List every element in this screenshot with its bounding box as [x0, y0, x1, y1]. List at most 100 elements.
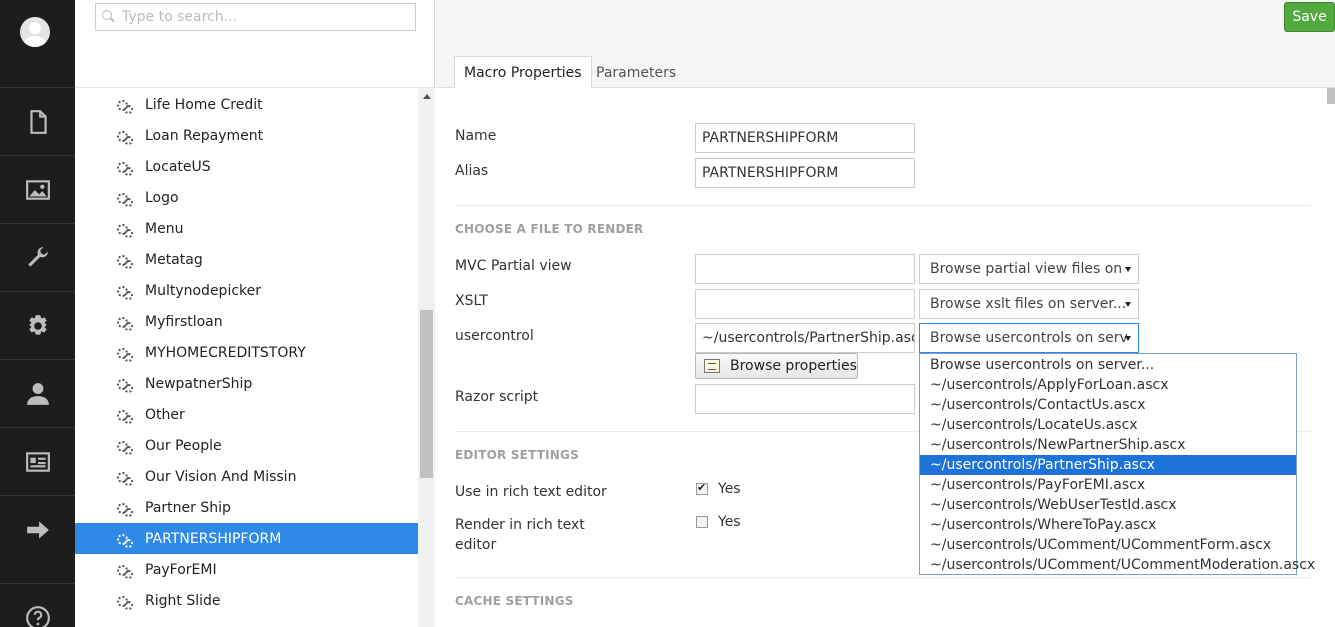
usercontrol-input[interactable]: ~/usercontrols/PartnerShip.ascx: [695, 323, 915, 353]
alias-input[interactable]: PARTNERSHIPFORM: [695, 158, 915, 188]
tree-item[interactable]: PARTNERSHIPFORM: [75, 523, 418, 554]
macro-gears-icon: [117, 160, 133, 176]
tree-item-label: LocateUS: [145, 158, 211, 175]
tree-item[interactable]: Myfirstloan: [75, 306, 418, 337]
macro-gears-icon: [117, 315, 133, 331]
content-section-button[interactable]: [0, 87, 75, 155]
tree-item[interactable]: Multynodepicker: [75, 275, 418, 306]
use-rte-label: Use in rich text editor: [455, 484, 607, 500]
media-section-button[interactable]: [0, 155, 75, 223]
settings-section-button[interactable]: [0, 223, 75, 291]
render-rte-checkbox[interactable]: [696, 516, 708, 528]
mvc-select-value: Browse partial view files on: [930, 261, 1123, 277]
razor-label: Razor script: [455, 389, 539, 405]
usercontrol-select[interactable]: Browse usercontrols on serv: [919, 323, 1139, 353]
developer-section-button[interactable]: [0, 291, 75, 359]
users-section-button[interactable]: [0, 359, 75, 427]
macro-gears-icon: [117, 594, 133, 610]
tree-item-label: Multynodepicker: [145, 282, 262, 299]
tree-item-label: Our People: [145, 437, 222, 454]
tree-item[interactable]: MYHOMECREDITSTORY: [75, 337, 418, 368]
mvc-select[interactable]: Browse partial view files on: [919, 254, 1139, 284]
razor-input[interactable]: [695, 384, 915, 414]
tree-item-label: PARTNERSHIPFORM: [145, 530, 282, 547]
search-box[interactable]: [95, 3, 416, 31]
tree-item-label: Right Slide: [145, 592, 221, 609]
render-rte-label: Render in rich text: [455, 517, 585, 533]
dropdown-option[interactable]: Browse usercontrols on server...: [920, 355, 1296, 375]
tree-item-label: Partner Ship: [145, 499, 231, 516]
name-label: Name: [455, 128, 497, 144]
tree-item[interactable]: Our Vision And Missin: [75, 461, 418, 492]
xslt-input[interactable]: [695, 289, 915, 319]
search-input[interactable]: [122, 9, 412, 25]
dropdown-option[interactable]: ~/usercontrols/WebUserTestId.ascx: [920, 495, 1296, 515]
dropdown-option[interactable]: ~/usercontrols/PayForEMI.ascx: [920, 475, 1296, 495]
macro-gears-icon: [117, 439, 133, 455]
macro-gears-icon: [117, 222, 133, 238]
tab-parameters[interactable]: Parameters: [587, 56, 685, 89]
tree-item[interactable]: NewpatnerShip: [75, 368, 418, 399]
tree-item[interactable]: Logo: [75, 182, 418, 213]
chevron-down-icon: [1125, 302, 1131, 307]
tree-panel: Life Home Credit Loan Repayment LocateUS Lo…: [75, 0, 435, 627]
alias-label: Alias: [455, 163, 489, 179]
macro-gears-icon: [117, 532, 133, 548]
xslt-select-value: Browse xslt files on server...: [930, 296, 1127, 312]
arrow-right-icon: [26, 520, 49, 539]
name-input[interactable]: PARTNERSHIPFORM: [695, 123, 915, 153]
tree-item[interactable]: Metatag: [75, 244, 418, 275]
divider: [455, 577, 1311, 578]
divider: [455, 205, 1311, 206]
tree-item[interactable]: Our People: [75, 430, 418, 461]
browse-properties-label: Browse properties: [730, 358, 857, 374]
use-rte-checkbox[interactable]: [696, 481, 708, 495]
dropdown-option[interactable]: ~/usercontrols/NewPartnerShip.ascx: [920, 435, 1296, 455]
dropdown-option[interactable]: ~/usercontrols/LocateUs.ascx: [920, 415, 1296, 435]
scroll-up-icon[interactable]: [423, 94, 431, 99]
avatar[interactable]: [20, 17, 50, 47]
mvc-label: MVC Partial view: [455, 258, 572, 274]
macro-gears-icon: [117, 377, 133, 393]
dropdown-option[interactable]: ~/usercontrols/UComment/UCommentModerati…: [920, 555, 1315, 575]
tree-item[interactable]: PayForEMI: [75, 554, 418, 585]
user-icon: [26, 382, 49, 405]
render-rte-yes-label: Yes: [718, 514, 741, 530]
dropdown-option[interactable]: ~/usercontrols/ContactUs.ascx: [920, 395, 1296, 415]
macro-gears-icon: [117, 253, 133, 269]
main-scrollbar-thumb[interactable]: [1327, 88, 1335, 104]
browse-properties-button[interactable]: Browse properties: [695, 353, 858, 379]
dropdown-option[interactable]: ~/usercontrols/WhereToPay.ascx: [920, 515, 1296, 535]
forms-section-button[interactable]: [0, 495, 75, 563]
tree-item[interactable]: Loan Repayment: [75, 120, 418, 151]
usercontrol-select-value: Browse usercontrols on serv: [930, 330, 1128, 346]
file-section-heading: CHOOSE A FILE TO RENDER: [455, 222, 644, 236]
dropdown-option[interactable]: ~/usercontrols/PartnerShip.ascx: [920, 455, 1296, 475]
tab-macro-properties[interactable]: Macro Properties: [454, 56, 592, 89]
tree-scrollbar[interactable]: [418, 88, 435, 627]
usercontrol-dropdown-list[interactable]: Browse usercontrols on server... ~/userco…: [919, 353, 1315, 575]
editor-section-heading: EDITOR SETTINGS: [455, 448, 579, 462]
xslt-select[interactable]: Browse xslt files on server...: [919, 289, 1139, 319]
section-rail: [0, 0, 75, 627]
tree-item[interactable]: Menu: [75, 213, 418, 244]
tree-item[interactable]: Right Slide: [75, 585, 418, 616]
tree-item-label: PayForEMI: [145, 561, 217, 578]
macro-gears-icon: [117, 284, 133, 300]
dropdown-option[interactable]: ~/usercontrols/ApplyForLoan.ascx: [920, 375, 1296, 395]
dropdown-option[interactable]: ~/usercontrols/UComment/UCommentForm.asc…: [920, 535, 1296, 555]
tree-item[interactable]: Other: [75, 399, 418, 430]
media-icon: [25, 179, 50, 200]
save-button[interactable]: Save: [1284, 2, 1335, 32]
tree-item[interactable]: Life Home Credit: [75, 89, 418, 120]
id-card-icon: [25, 451, 50, 472]
macro-gears-icon: [117, 346, 133, 362]
mvc-input[interactable]: [695, 254, 915, 284]
tree-item[interactable]: LocateUS: [75, 151, 418, 182]
members-section-button[interactable]: [0, 427, 75, 495]
macro-gears-icon: [117, 408, 133, 424]
tree-item-label: Other: [145, 406, 185, 423]
help-button[interactable]: [0, 583, 75, 627]
tree-item[interactable]: Partner Ship: [75, 492, 418, 523]
scrollbar-thumb[interactable]: [420, 310, 433, 478]
